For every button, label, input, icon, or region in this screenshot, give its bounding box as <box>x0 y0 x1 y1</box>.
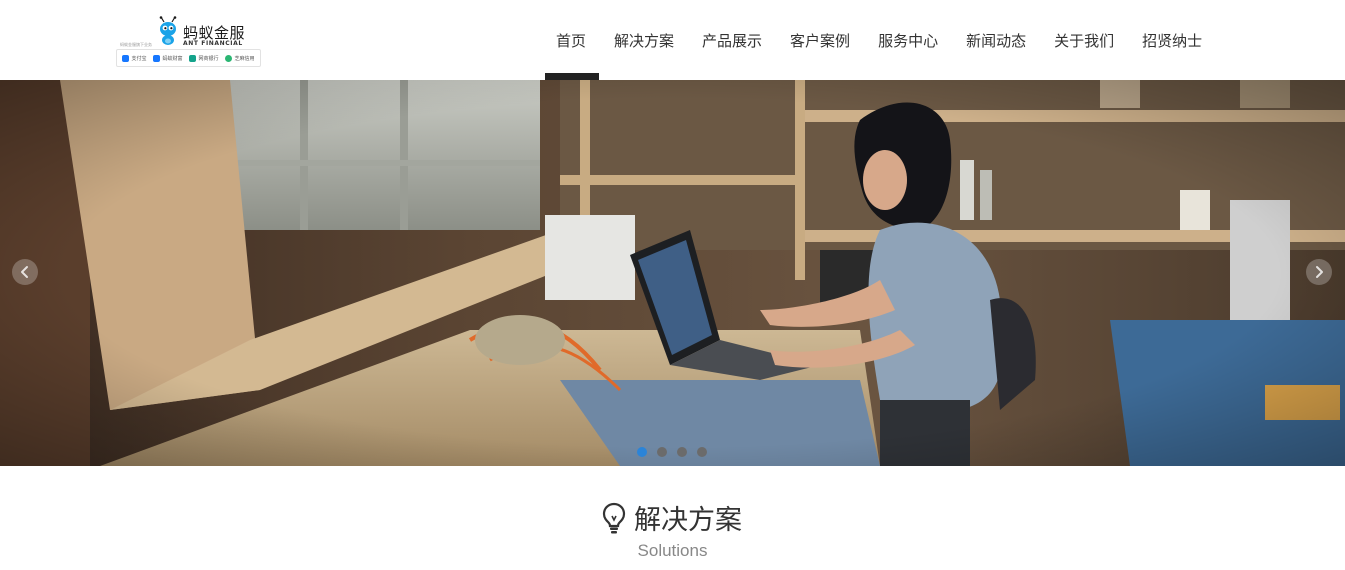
section-title: 解决方案 <box>634 505 742 536</box>
site-header: 蚂蚁金服 ANT FINANCIAL 蚂蚁金服旗下业务 支付宝 蚂蚁财富 网商银… <box>0 0 1345 80</box>
carousel-dot-2[interactable] <box>657 447 667 457</box>
brand-mybank: 网商银行 <box>189 54 219 62</box>
nav-item-home[interactable]: 首页 <box>542 0 600 80</box>
nav-item-solutions[interactable]: 解决方案 <box>600 0 688 80</box>
carousel-dot-3[interactable] <box>677 447 687 457</box>
logo-name-en: ANT FINANCIAL <box>183 40 243 47</box>
brand-alipay: 支付宝 <box>122 54 147 62</box>
nav-item-service[interactable]: 服务中心 <box>864 0 952 80</box>
main-nav: 首页 解决方案 产品展示 客户案例 服务中心 新闻动态 关于我们 招贤纳士 <box>542 0 1216 80</box>
nav-item-cases[interactable]: 客户案例 <box>776 0 864 80</box>
nav-item-news[interactable]: 新闻动态 <box>952 0 1040 80</box>
zhima-icon <box>225 54 233 62</box>
solutions-section: 解决方案 Solutions <box>0 466 1345 570</box>
ant-logo-icon <box>159 16 177 45</box>
logo-tagline: 蚂蚁金服旗下业务 <box>120 42 152 47</box>
nav-item-products[interactable]: 产品展示 <box>688 0 776 80</box>
brand-label: 网商银行 <box>198 55 219 62</box>
brand-label: 支付宝 <box>131 55 147 62</box>
brand-zhima: 芝麻信用 <box>225 54 255 62</box>
mybank-icon <box>189 54 197 62</box>
fortune-icon <box>153 54 161 62</box>
nav-item-about[interactable]: 关于我们 <box>1040 0 1128 80</box>
carousel-next-button[interactable] <box>1306 259 1332 285</box>
brand-label: 蚂蚁财富 <box>162 55 183 62</box>
carousel-dot-4[interactable] <box>697 447 707 457</box>
section-subtitle: Solutions <box>637 541 708 560</box>
hero-carousel <box>0 80 1345 466</box>
brand-fortune: 蚂蚁财富 <box>153 54 183 62</box>
chevron-right-icon <box>1316 266 1323 278</box>
logo-brand-strip: 支付宝 蚂蚁财富 网商银行 芝麻信用 <box>116 49 261 67</box>
lightbulb-icon <box>602 502 626 533</box>
brand-label: 芝麻信用 <box>234 55 255 62</box>
carousel-dot-1[interactable] <box>637 447 647 457</box>
carousel-indicators <box>637 447 707 457</box>
alipay-icon <box>122 54 130 62</box>
section-heading: 解决方案 <box>602 498 742 537</box>
carousel-prev-button[interactable] <box>12 259 38 285</box>
banner-workshop-image <box>0 80 1345 466</box>
logo[interactable]: 蚂蚁金服 ANT FINANCIAL 蚂蚁金服旗下业务 支付宝 蚂蚁财富 网商银… <box>116 14 261 68</box>
chevron-left-icon <box>21 266 28 278</box>
nav-item-careers[interactable]: 招贤纳士 <box>1128 0 1216 80</box>
